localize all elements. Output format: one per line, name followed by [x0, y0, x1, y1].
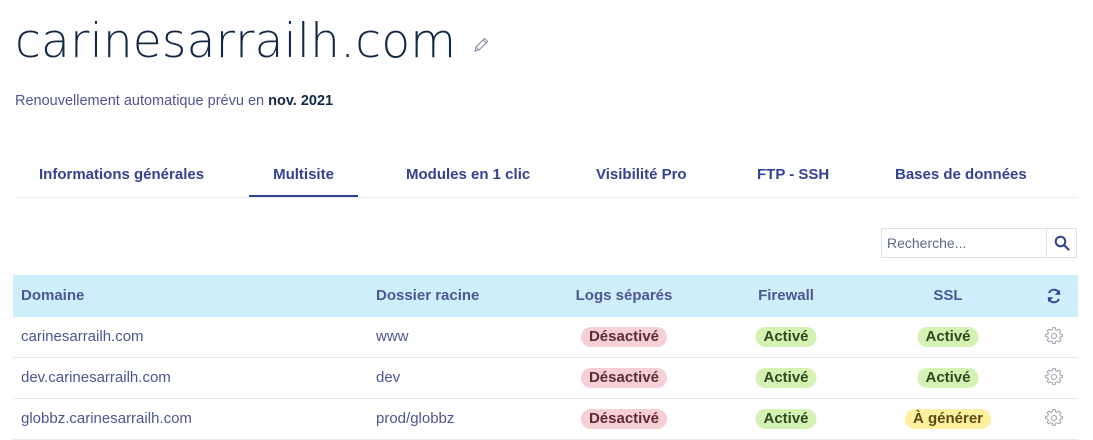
refresh-icon[interactable] [1046, 288, 1062, 304]
table-row: dev.carinesarrailh.com dev Désactivé Act… [13, 358, 1078, 399]
folder-cell: prod/globbz [376, 410, 455, 427]
search-button[interactable] [1046, 229, 1076, 257]
domain-cell: dev.carinesarrailh.com [21, 369, 171, 386]
folder-cell: www [376, 328, 409, 345]
firewall-status-badge: Activé [755, 327, 817, 347]
table-row: carinesarrailh.com www Désactivé Activé … [13, 317, 1078, 358]
gear-icon[interactable] [1045, 368, 1063, 386]
search-icon [1054, 235, 1070, 251]
ssl-status-badge: Activé [917, 327, 979, 347]
domain-cell: carinesarrailh.com [21, 328, 144, 345]
tab-bar: Informations générales Multisite Modules… [15, 156, 1078, 198]
ssl-status-badge: Activé [917, 368, 979, 388]
table-row: globbz.carinesarrailh.com prod/globbz Dé… [13, 399, 1078, 440]
renewal-date: nov. 2021 [268, 93, 334, 109]
tab-informations-generales[interactable]: Informations générales [39, 156, 204, 195]
domain-cell: globbz.carinesarrailh.com [21, 410, 192, 427]
column-header-domaine[interactable]: Domaine [21, 275, 84, 317]
page-header: carinesarrailh.com [15, 12, 490, 72]
logs-status-badge: Désactivé [580, 327, 668, 347]
firewall-status-badge: Activé [755, 368, 817, 388]
firewall-status-badge: Activé [755, 409, 817, 429]
column-header-dossier-racine[interactable]: Dossier racine [376, 275, 479, 317]
tab-bases-de-donnees[interactable]: Bases de données [895, 156, 1027, 195]
table-header: Domaine Dossier racine Logs séparés Fire… [13, 275, 1078, 317]
logs-status-badge: Désactivé [580, 409, 668, 429]
folder-cell: dev [376, 369, 401, 386]
column-header-logs-separes[interactable]: Logs séparés [576, 275, 673, 317]
search-input[interactable] [882, 229, 1046, 257]
tab-ftp-ssh[interactable]: FTP - SSH [757, 156, 829, 195]
renewal-label: Renouvellement automatique prévu en [15, 93, 269, 109]
multisite-table: Domaine Dossier racine Logs séparés Fire… [13, 275, 1078, 440]
column-header-firewall[interactable]: Firewall [758, 275, 814, 317]
column-header-ssl[interactable]: SSL [933, 275, 962, 317]
gear-icon[interactable] [1045, 409, 1063, 427]
search-box [881, 228, 1077, 258]
pencil-icon[interactable] [472, 36, 490, 54]
gear-icon[interactable] [1045, 327, 1063, 345]
renewal-info: Renouvellement automatique prévu en nov.… [15, 93, 333, 109]
page-title: carinesarrailh.com [15, 14, 457, 69]
logs-status-badge: Désactivé [580, 368, 668, 388]
ssl-status-badge: À générer [904, 409, 992, 429]
tab-visibilite-pro[interactable]: Visibilité Pro [596, 156, 687, 195]
tab-multisite[interactable]: Multisite [249, 156, 358, 197]
tab-modules-1-clic[interactable]: Modules en 1 clic [406, 156, 530, 195]
